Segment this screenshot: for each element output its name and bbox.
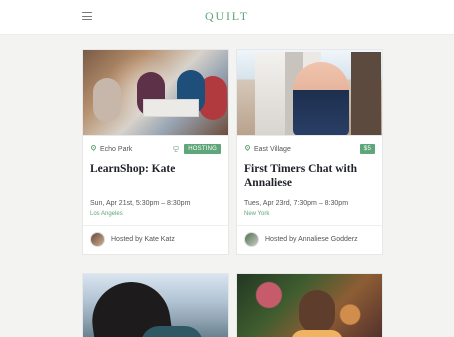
host-text: Hosted by Kate Katz <box>111 236 175 243</box>
event-city: Los Angeles <box>90 211 123 217</box>
menu-line-bottom <box>82 19 92 20</box>
event-photo-preview-2[interactable] <box>237 274 382 337</box>
event-photo-learnshop-kate[interactable] <box>83 50 228 136</box>
host-row: Hosted by Kate Katz <box>83 226 228 254</box>
event-badge-wrap: HOSTING <box>173 144 221 154</box>
price-badge: $5 <box>359 144 375 154</box>
event-card-preview-1[interactable] <box>82 273 229 337</box>
location-pin-icon <box>90 145 97 154</box>
event-date: Sun, Apr 21st, 5:30pm – 8:30pm <box>90 200 191 207</box>
top-bar: QUILT <box>0 0 454 35</box>
event-date: Tues, Apr 23rd, 7:30pm – 8:30pm <box>244 200 349 207</box>
menu-line-middle <box>82 15 92 17</box>
event-title[interactable]: LearnShop: Kate <box>90 162 221 192</box>
host-avatar <box>244 232 259 247</box>
brand-logo[interactable]: QUILT <box>205 9 249 24</box>
event-card-content: East Village $5 First Timers Chat with A… <box>237 136 382 254</box>
host-text: Hosted by Annaliese Godderz <box>265 236 358 243</box>
hosting-badge: HOSTING <box>184 144 221 154</box>
host-avatar <box>90 232 105 247</box>
event-location-text: East Village <box>254 145 291 153</box>
event-card-first-timers-chat[interactable]: East Village $5 First Timers Chat with A… <box>236 49 383 255</box>
event-badge-wrap: $5 <box>359 144 375 154</box>
event-location: East Village <box>244 145 291 154</box>
host-row: Hosted by Annaliese Godderz <box>237 226 382 254</box>
event-meta-row: East Village $5 <box>244 143 375 155</box>
event-photo-first-timers-chat[interactable] <box>237 50 382 136</box>
chat-icon <box>173 146 181 152</box>
menu-icon[interactable] <box>82 12 92 20</box>
event-card-preview-2[interactable] <box>236 273 383 337</box>
event-meta-row: Echo Park HOSTING <box>90 143 221 155</box>
event-location-text: Echo Park <box>100 145 133 153</box>
event-photo-preview-1[interactable] <box>83 274 228 337</box>
location-pin-icon <box>244 145 251 154</box>
menu-line-top <box>82 12 92 13</box>
event-card-learnshop-kate[interactable]: Echo Park HOSTING LearnShop: Kate Sun, A… <box>82 49 229 255</box>
event-location: Echo Park <box>90 145 132 154</box>
app-screen: QUILT Echo Park HOSTING LearnShop: Kate … <box>0 0 454 337</box>
event-grid: Echo Park HOSTING LearnShop: Kate Sun, A… <box>82 49 383 337</box>
event-title[interactable]: First Timers Chat with Annaliese <box>244 162 375 192</box>
event-card-content: Echo Park HOSTING LearnShop: Kate Sun, A… <box>83 136 228 254</box>
event-city: New York <box>244 211 270 217</box>
